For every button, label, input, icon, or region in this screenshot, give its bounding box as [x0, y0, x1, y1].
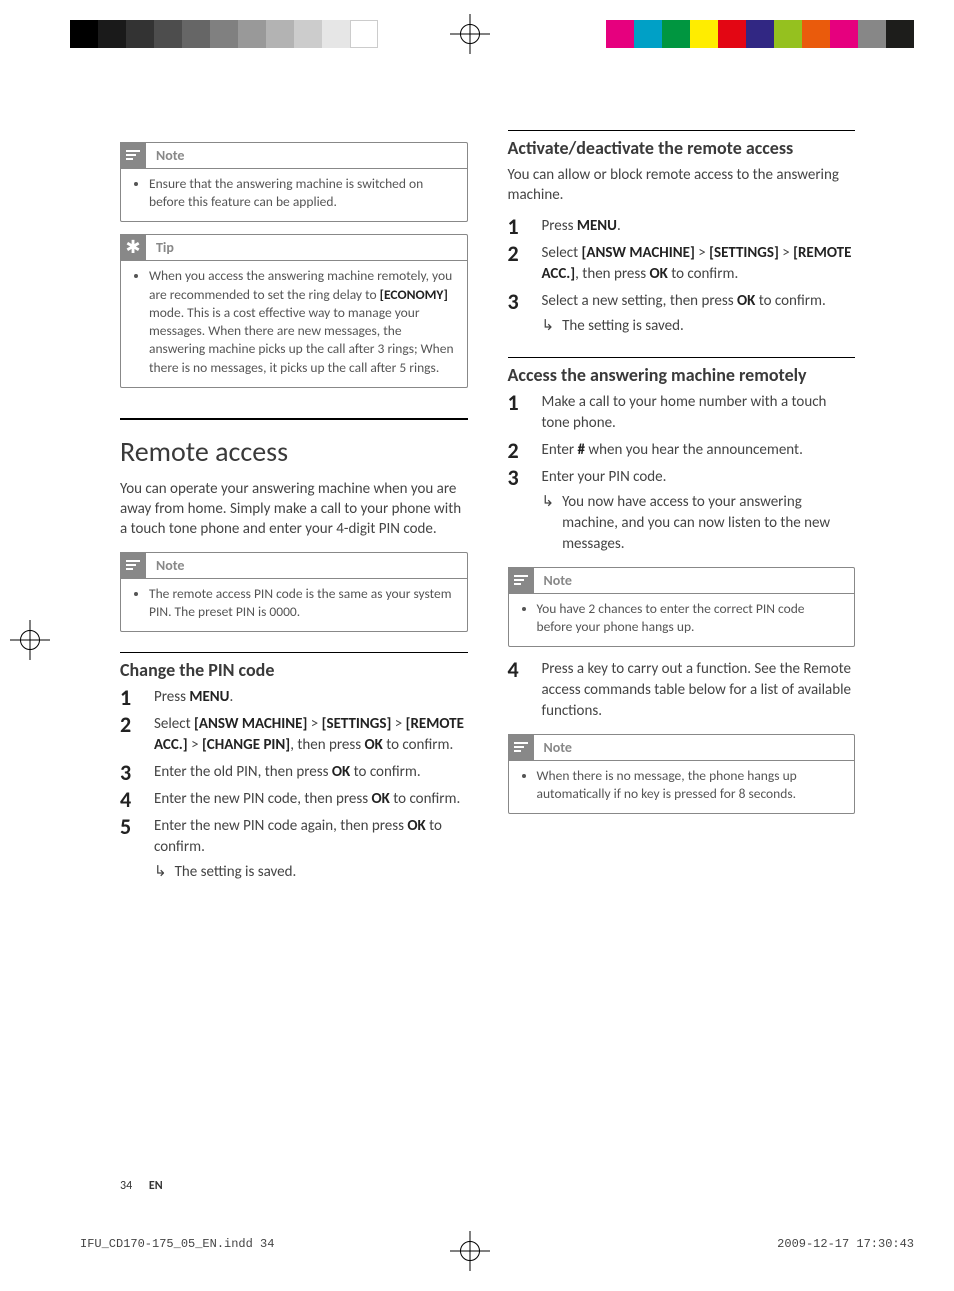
step: Select [ANSW MACHINE] > [SETTINGS] > [RE… [508, 243, 856, 285]
subsection-heading: Access the answering machine remotely [508, 357, 856, 386]
note-title: Note [544, 739, 572, 756]
tip-box: ✱ Tip When you access the answering mach… [120, 234, 468, 387]
print-timestamp: 2009-12-17 17:30:43 [777, 1237, 914, 1251]
intro-paragraph: You can operate your answering machine w… [120, 479, 468, 540]
section-heading: Remote access [120, 418, 468, 469]
note-text: The remote access PIN code is the same a… [149, 585, 455, 621]
steps-list: Press MENU. Select [ANSW MACHINE] > [SET… [508, 216, 856, 337]
result: ↳The setting is saved. [154, 862, 468, 883]
registration-mark [450, 14, 490, 54]
step: Enter the new PIN code again, then press… [120, 816, 468, 883]
step: Enter # when you hear the announcement. [508, 440, 856, 461]
page-number: 34 [120, 1179, 132, 1193]
print-info-line: IFU_CD170-175_05_EN.indd 34 2009-12-17 1… [80, 1237, 914, 1251]
result: ↳The setting is saved. [542, 316, 856, 337]
tip-text: When you access the answering machine re… [149, 267, 455, 376]
note-box: Note Ensure that the answering machine i… [120, 142, 468, 222]
tip-title: Tip [156, 239, 174, 256]
tip-icon: ✱ [120, 234, 146, 260]
note-box: Note The remote access PIN code is the s… [120, 552, 468, 632]
print-file: IFU_CD170-175_05_EN.indd 34 [80, 1237, 274, 1251]
note-title: Note [544, 572, 572, 589]
result-arrow-icon: ↳ [542, 316, 555, 337]
note-icon [508, 734, 534, 760]
page-footer: 34 EN [120, 1179, 163, 1193]
note-title: Note [156, 557, 184, 574]
step: Enter the old PIN, then press OK to conf… [120, 762, 468, 783]
step: Make a call to your home number with a t… [508, 392, 856, 434]
step: Press MENU. [120, 687, 468, 708]
subsection-heading: Activate/deactivate the remote access [508, 130, 856, 159]
step: Select [ANSW MACHINE] > [SETTINGS] > [RE… [120, 714, 468, 756]
note-icon [120, 552, 146, 578]
steps-list: Press a key to carry out a function. See… [508, 659, 856, 722]
language-code: EN [149, 1179, 163, 1193]
page-content: Note Ensure that the answering machine i… [120, 130, 855, 889]
note-text: Ensure that the answering machine is swi… [149, 175, 455, 211]
note-box: Note When there is no message, the phone… [508, 734, 856, 814]
right-column: Activate/deactivate the remote access Yo… [508, 130, 856, 889]
registration-mark [10, 620, 50, 660]
print-crop-swatches [70, 20, 914, 48]
note-text: When there is no message, the phone hang… [537, 767, 843, 803]
note-title: Note [156, 147, 184, 164]
steps-list: Press MENU. Select [ANSW MACHINE] > [SET… [120, 687, 468, 883]
step: Enter your PIN code. ↳You now have acces… [508, 467, 856, 555]
steps-list: Make a call to your home number with a t… [508, 392, 856, 555]
note-icon [508, 567, 534, 593]
result-arrow-icon: ↳ [542, 492, 555, 555]
note-box: Note You have 2 chances to enter the cor… [508, 567, 856, 647]
result: ↳You now have access to your answering m… [542, 492, 856, 555]
step: Press a key to carry out a function. See… [508, 659, 856, 722]
intro-paragraph: You can allow or block remote access to … [508, 165, 856, 206]
step: Press MENU. [508, 216, 856, 237]
subsection-heading: Change the PIN code [120, 652, 468, 681]
note-icon [120, 142, 146, 168]
left-column: Note Ensure that the answering machine i… [120, 130, 468, 889]
step: Select a new setting, then press OK to c… [508, 291, 856, 337]
note-text: You have 2 chances to enter the correct … [537, 600, 843, 636]
result-arrow-icon: ↳ [154, 862, 167, 883]
step: Enter the new PIN code, then press OK to… [120, 789, 468, 810]
